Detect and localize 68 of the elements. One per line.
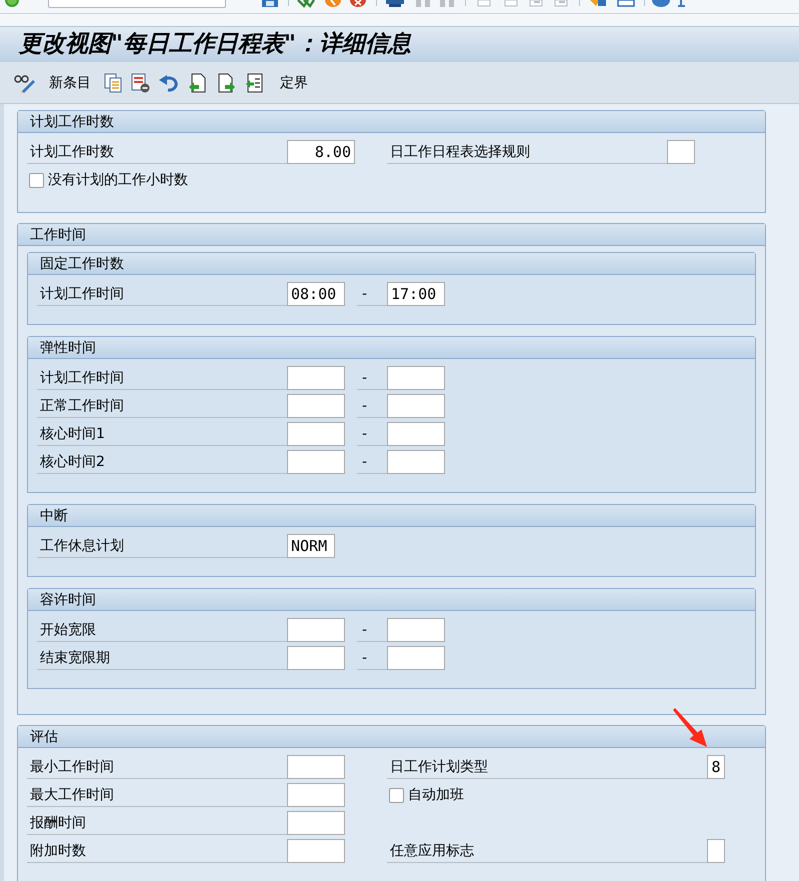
field-label: 核心时间1 — [37, 422, 287, 446]
document-right-arrow-icon[interactable] — [217, 72, 236, 92]
command-field[interactable] — [48, 0, 226, 8]
input-field[interactable] — [287, 646, 345, 670]
field-label: 开始宽限 — [37, 618, 287, 642]
checkbox-label: 没有计划的工作小时数 — [48, 173, 188, 187]
chevrons-icon[interactable] — [295, 0, 315, 8]
delimit-button[interactable]: 定界 — [280, 76, 308, 90]
input-field[interactable] — [667, 140, 695, 164]
input-field[interactable] — [387, 618, 445, 642]
section-header: 容许时间 — [28, 589, 755, 611]
window-icon[interactable] — [616, 0, 636, 8]
new-entries-button[interactable]: 新条目 — [49, 76, 91, 90]
field-label: 结束宽限期 — [37, 646, 287, 670]
window-title: 更改视图"每日工作日程表"：详细信息 — [19, 33, 411, 56]
input-field[interactable] — [707, 839, 725, 863]
copy-documents-icon[interactable] — [104, 72, 123, 92]
field-label: 附加时数 — [27, 839, 287, 863]
section-header: 弹性时间 — [28, 337, 755, 359]
checkbox[interactable] — [389, 788, 404, 802]
input-field[interactable] — [287, 450, 345, 474]
input-field[interactable] — [287, 783, 345, 807]
field-label: 报酬时间 — [27, 811, 287, 835]
input-field[interactable]: NORM — [287, 534, 335, 558]
section-header: 计划工作时数 — [18, 111, 765, 133]
input-field[interactable] — [387, 366, 445, 390]
input-field[interactable] — [387, 646, 445, 670]
field-label: 计划工作时间 — [37, 366, 287, 390]
input-field[interactable] — [287, 755, 345, 779]
section-header: 固定工作时数 — [28, 253, 755, 275]
input-field[interactable] — [287, 422, 345, 446]
input-field[interactable] — [287, 618, 345, 642]
glasses-pencil-icon[interactable] — [14, 72, 36, 92]
checkbox-label: 自动加班 — [408, 788, 464, 802]
undo-arrow-icon[interactable] — [159, 72, 178, 92]
bars-icon[interactable] — [413, 0, 433, 8]
checkbox[interactable] — [29, 172, 44, 188]
bars-icon[interactable] — [437, 0, 457, 8]
input-field[interactable] — [287, 811, 345, 835]
document-left-arrow-icon[interactable] — [188, 72, 207, 92]
input-field[interactable]: 8 — [707, 755, 725, 779]
input-field[interactable] — [387, 422, 445, 446]
document-import-icon[interactable] — [245, 72, 264, 92]
field-label: 最小工作时间 — [27, 755, 287, 779]
printer-icon[interactable] — [385, 0, 405, 8]
triangle-square-icon[interactable] — [588, 0, 608, 8]
input-field[interactable]: 17:00 — [387, 282, 445, 306]
field-label: 任意应用标志 — [387, 839, 707, 863]
input-field[interactable] — [287, 839, 345, 863]
section-header: 中断 — [28, 505, 755, 527]
input-field[interactable]: 8.00 — [287, 140, 355, 164]
field-label: 日工作日程表选择规则 — [387, 140, 667, 164]
input-field[interactable] — [287, 394, 345, 418]
input-field[interactable] — [387, 450, 445, 474]
field-label: 工作休息计划 — [37, 534, 287, 558]
input-field[interactable] — [387, 394, 445, 418]
section-header: 工作时间 — [18, 224, 765, 246]
input-field[interactable] — [287, 366, 345, 390]
field-label: 日工作计划类型 — [387, 755, 707, 779]
document-minus-icon[interactable] — [131, 72, 150, 92]
section-header: 评估 — [18, 726, 765, 748]
field-label: 正常工作时间 — [37, 394, 287, 418]
field-label: 最大工作时间 — [27, 783, 287, 807]
circle-icon[interactable] — [4, 0, 20, 8]
field-label: 计划工作时数 — [27, 140, 287, 164]
input-field[interactable]: 08:00 — [287, 282, 345, 306]
field-label: 计划工作时间 — [37, 282, 287, 306]
field-label: 核心时间2 — [37, 450, 287, 474]
